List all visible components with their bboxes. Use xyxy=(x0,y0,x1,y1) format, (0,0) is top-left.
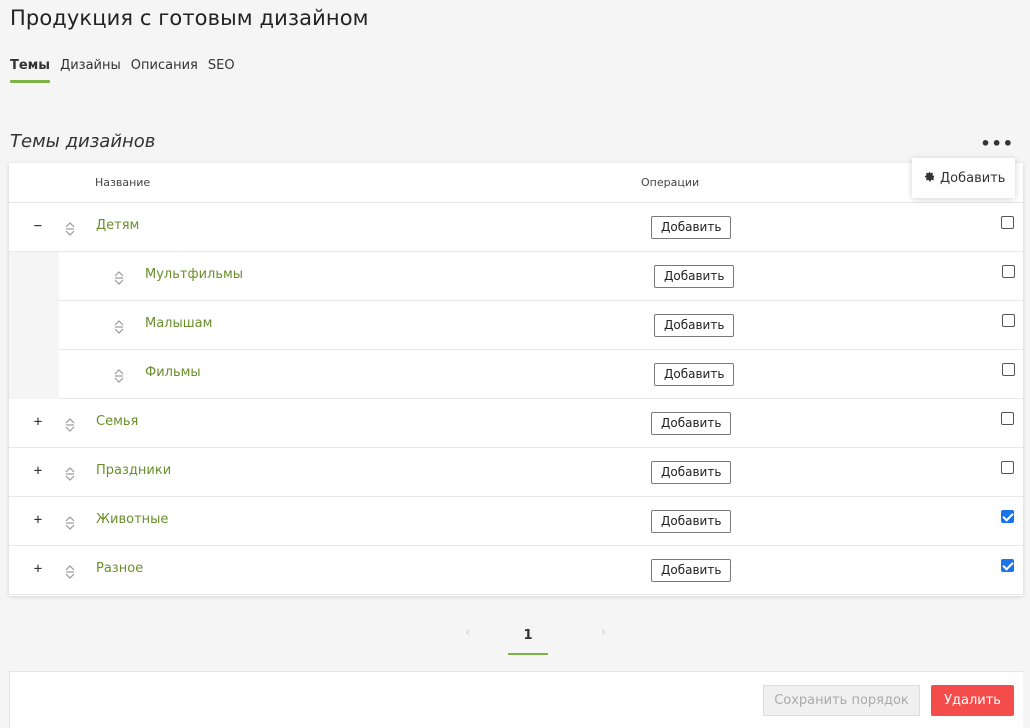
theme-name-link[interactable]: Фильмы xyxy=(145,365,201,380)
table-row: Фильмы Добавить xyxy=(59,350,1023,399)
row-checkbox[interactable] xyxy=(1001,559,1014,572)
table-row: + Животные Добавить xyxy=(9,497,1023,546)
tab-designs[interactable]: Дизайны xyxy=(60,58,121,83)
delete-button[interactable]: Удалить xyxy=(931,685,1014,716)
drag-handle-icon[interactable] xyxy=(65,515,75,530)
drag-handle-icon[interactable] xyxy=(114,368,124,383)
drag-handle-icon[interactable] xyxy=(65,221,75,236)
child-indent-area xyxy=(9,252,59,399)
pagination-prev-button[interactable]: ‹ xyxy=(465,625,470,640)
add-button[interactable]: Добавить xyxy=(654,314,735,337)
add-button[interactable]: Добавить xyxy=(654,265,735,288)
add-button[interactable]: Добавить xyxy=(651,559,732,582)
table-row: + Разное Добавить xyxy=(9,546,1023,595)
pagination-current-page[interactable]: 1 xyxy=(508,628,548,655)
section-title: Темы дизайнов xyxy=(10,131,156,152)
row-checkbox[interactable] xyxy=(1002,265,1015,278)
footer-bar: Сохранить порядок Удалить xyxy=(9,671,1023,728)
expand-icon[interactable]: + xyxy=(31,562,45,576)
table-row: Малышам Добавить xyxy=(59,301,1023,350)
row-checkbox[interactable] xyxy=(1001,510,1014,523)
theme-name-link[interactable]: Животные xyxy=(96,512,168,527)
tab-descriptions[interactable]: Описания xyxy=(131,58,198,83)
column-header-name: Название xyxy=(95,176,151,189)
add-button[interactable]: Добавить xyxy=(651,412,732,435)
theme-name-link[interactable]: Семья xyxy=(96,414,138,429)
gear-icon xyxy=(924,171,935,185)
drag-handle-icon[interactable] xyxy=(65,564,75,579)
table-header: Название Операции xyxy=(9,163,1023,203)
drag-handle-icon[interactable] xyxy=(65,466,75,481)
theme-name-link[interactable]: Разное xyxy=(96,561,143,576)
table-row: Мультфильмы Добавить xyxy=(59,252,1023,301)
pagination: ‹ 1 › xyxy=(0,625,1030,655)
row-checkbox[interactable] xyxy=(1002,314,1015,327)
theme-name-link[interactable]: Праздники xyxy=(96,463,171,478)
table-row: − Детям Добавить xyxy=(9,203,1023,252)
drag-handle-icon[interactable] xyxy=(114,270,124,285)
save-order-button[interactable]: Сохранить порядок xyxy=(763,685,920,716)
collapse-icon[interactable]: − xyxy=(31,219,45,233)
column-header-operations: Операции xyxy=(641,176,700,189)
themes-table: Название Операции − Детям Добавить Мультфил… xyxy=(9,163,1023,596)
expand-icon[interactable]: + xyxy=(31,464,45,478)
table-row: + Семья Добавить xyxy=(9,399,1023,448)
tab-themes[interactable]: Темы xyxy=(10,58,51,83)
add-dropdown-item[interactable]: Добавить xyxy=(912,158,1015,198)
theme-name-link[interactable]: Мультфильмы xyxy=(145,267,243,282)
pagination-next-button[interactable]: › xyxy=(601,625,606,640)
theme-name-link[interactable]: Малышам xyxy=(145,316,212,331)
tabs: Темы Дизайны Описания SEO xyxy=(10,58,235,83)
page-title: Продукция с готовым дизайном xyxy=(10,6,369,30)
add-button[interactable]: Добавить xyxy=(651,216,732,239)
theme-name-link[interactable]: Детям xyxy=(96,218,139,233)
expand-icon[interactable]: + xyxy=(31,513,45,527)
row-checkbox[interactable] xyxy=(1001,216,1014,229)
row-checkbox[interactable] xyxy=(1001,461,1014,474)
drag-handle-icon[interactable] xyxy=(65,417,75,432)
tab-seo[interactable]: SEO xyxy=(208,58,235,83)
drag-handle-icon[interactable] xyxy=(114,319,124,334)
row-checkbox[interactable] xyxy=(1002,363,1015,376)
add-dropdown-label: Добавить xyxy=(940,170,1006,186)
add-button[interactable]: Добавить xyxy=(651,461,732,484)
add-button[interactable]: Добавить xyxy=(654,363,735,386)
table-row: + Праздники Добавить xyxy=(9,448,1023,497)
more-options-button[interactable]: ••• xyxy=(980,134,1014,153)
expand-icon[interactable]: + xyxy=(31,415,45,429)
row-checkbox[interactable] xyxy=(1001,412,1014,425)
add-button[interactable]: Добавить xyxy=(651,510,732,533)
